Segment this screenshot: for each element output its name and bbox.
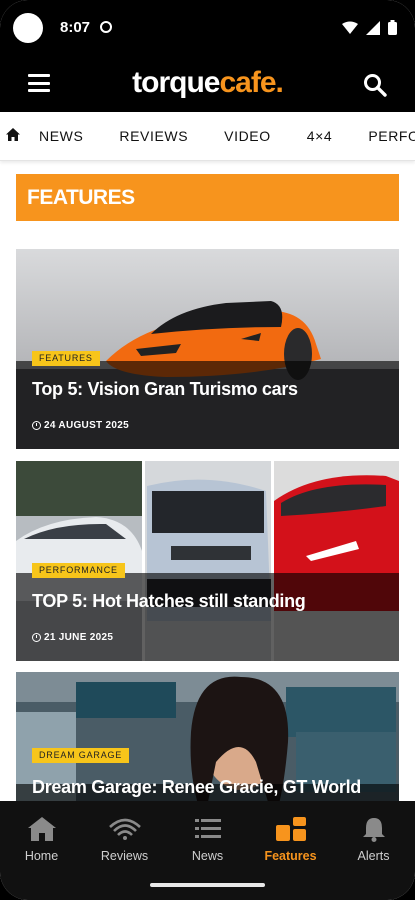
tab-news[interactable]: News	[166, 815, 249, 863]
category-badge: FEATURES	[32, 351, 100, 366]
home-nav-icon[interactable]	[6, 128, 20, 141]
tab-reviews[interactable]: Reviews	[83, 815, 166, 863]
article-date: 21 JUNE 2025	[32, 632, 113, 643]
tab-reviews-label: Reviews	[100, 849, 149, 863]
signal-icon	[366, 20, 380, 35]
article-title: Dream Garage: Renee Gracie, GT World	[32, 777, 361, 797]
article-title: Top 5: Vision Gran Turismo cars	[32, 379, 298, 399]
card-overlay	[16, 361, 399, 449]
search-icon[interactable]	[363, 73, 387, 97]
article-title: TOP 5: Hot Hatches still standing	[32, 591, 306, 611]
category-nav: NEWS REVIEWS VIDEO 4×4 PERFORMANCE	[0, 112, 415, 161]
tab-features-label: Features	[264, 849, 317, 863]
camera-cutout	[13, 13, 43, 43]
nav-item-news[interactable]: NEWS	[39, 128, 83, 144]
news-icon	[194, 819, 221, 838]
battery-icon	[388, 20, 397, 35]
article-date: 24 AUGUST 2025	[32, 420, 129, 431]
site-logo[interactable]: torquecafe.	[0, 66, 415, 100]
gesture-home-bar[interactable]	[150, 883, 265, 887]
alerts-icon	[362, 818, 385, 842]
nav-item-performance[interactable]: PERFORMANCE	[368, 128, 415, 144]
section-title: FEATURES	[27, 186, 135, 209]
home-icon	[27, 817, 56, 841]
nav-item-reviews[interactable]: REVIEWS	[119, 128, 188, 144]
article-card[interactable]: PERFORMANCE TOP 5: Hot Hatches still sta…	[16, 461, 399, 661]
status-time: 8:07	[60, 19, 91, 36]
status-bar: 8:07	[0, 0, 415, 56]
category-badge: DREAM GARAGE	[32, 748, 130, 763]
reviews-icon	[108, 818, 141, 840]
system-icons	[342, 20, 397, 35]
category-badge: PERFORMANCE	[32, 563, 125, 578]
tab-news-label: News	[191, 849, 224, 863]
logo-text-cafe: cafe.	[219, 66, 283, 99]
clock-icon	[32, 421, 41, 430]
app-header: torquecafe.	[0, 56, 415, 112]
tab-alerts-label: Alerts	[357, 849, 390, 863]
nav-item-4x4[interactable]: 4×4	[307, 128, 333, 144]
app-screen: 8:07 torquecafe. NEWS REVIEWS VIDEO 4×4 …	[0, 0, 415, 900]
section-banner: FEATURES	[16, 174, 399, 221]
tab-home[interactable]: Home	[0, 815, 83, 863]
tab-features[interactable]: Features	[249, 815, 332, 863]
clock-icon	[32, 633, 41, 642]
card-overlay	[16, 573, 399, 661]
tab-alerts[interactable]: Alerts	[332, 815, 415, 863]
logo-text-torque: torque	[132, 66, 220, 99]
article-card[interactable]: FEATURES Top 5: Vision Gran Turismo cars…	[16, 249, 399, 449]
nav-item-video[interactable]: VIDEO	[224, 128, 271, 144]
dnd-icon	[100, 21, 112, 33]
features-icon	[275, 817, 306, 841]
article-date-text: 21 JUNE 2025	[44, 632, 114, 643]
article-date-text: 24 AUGUST 2025	[44, 420, 129, 431]
tab-home-label: Home	[24, 849, 59, 863]
wifi-icon	[342, 21, 358, 34]
